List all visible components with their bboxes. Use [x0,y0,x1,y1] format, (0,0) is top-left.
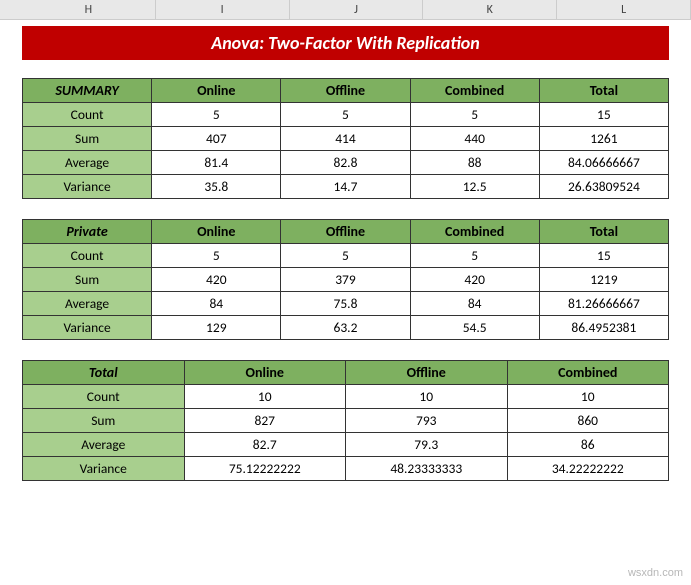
summary-table: SUMMARY Online Offline Combined Total Co… [22,78,669,199]
cell[interactable]: 54.5 [410,316,539,340]
cell[interactable]: 86 [507,433,669,457]
cell[interactable]: 129 [152,316,281,340]
col-combined[interactable]: Combined [410,79,539,103]
col-offline[interactable]: Offline [281,79,410,103]
cell[interactable]: 12.5 [410,175,539,199]
cell[interactable]: 414 [281,127,410,151]
table-row: Count55515 [23,103,669,127]
table-row: Variance35.814.712.526.63809524 [23,175,669,199]
cell[interactable]: 5 [410,244,539,268]
col-header[interactable]: H [22,0,156,20]
row-label[interactable]: Count [23,385,185,409]
cell[interactable]: 63.2 [281,316,410,340]
table-row: Average82.779.386 [23,433,669,457]
watermark: wsxdn.com [628,567,683,579]
table-header-row: Total Online Offline Combined [23,361,669,385]
col-offline[interactable]: Offline [346,361,508,385]
cell[interactable]: 15 [539,244,668,268]
cell[interactable]: 10 [507,385,669,409]
col-online[interactable]: Online [152,220,281,244]
col-offline[interactable]: Offline [281,220,410,244]
col-combined[interactable]: Combined [507,361,669,385]
table-row: Count55515 [23,244,669,268]
table-row: Average8475.88481.26666667 [23,292,669,316]
cell[interactable]: 420 [152,268,281,292]
table-row: Sum4203794201219 [23,268,669,292]
cell[interactable]: 420 [410,268,539,292]
cell[interactable]: 86.4952381 [539,316,668,340]
table-row: Average81.482.88884.06666667 [23,151,669,175]
total-table: Total Online Offline Combined Count10101… [22,360,669,481]
cell[interactable]: 860 [507,409,669,433]
col-total[interactable]: Total [539,79,668,103]
cell[interactable]: 75.12222222 [184,457,346,481]
row-label[interactable]: Average [23,433,185,457]
col-header[interactable]: L [557,0,691,20]
cell[interactable]: 81.4 [152,151,281,175]
cell[interactable]: 379 [281,268,410,292]
col-combined[interactable]: Combined [410,220,539,244]
cell[interactable]: 82.8 [281,151,410,175]
table-corner[interactable]: Total [23,361,185,385]
cell[interactable]: 5 [281,103,410,127]
cell[interactable]: 793 [346,409,508,433]
column-headers: H I J K L [0,0,691,20]
cell[interactable]: 35.8 [152,175,281,199]
table-header-row: Private Online Offline Combined Total [23,220,669,244]
cell[interactable]: 5 [152,103,281,127]
table-row: Sum827793860 [23,409,669,433]
row-label[interactable]: Variance [23,175,152,199]
cell[interactable]: 26.63809524 [539,175,668,199]
row-label[interactable]: Average [23,151,152,175]
row-label[interactable]: Variance [23,316,152,340]
cell[interactable]: 79.3 [346,433,508,457]
cell[interactable]: 440 [410,127,539,151]
row-label[interactable]: Sum [23,268,152,292]
col-header[interactable]: J [290,0,424,20]
private-table: Private Online Offline Combined Total Co… [22,219,669,340]
col-total[interactable]: Total [539,220,668,244]
table-corner[interactable]: SUMMARY [23,79,152,103]
cell[interactable]: 75.8 [281,292,410,316]
col-header[interactable]: I [156,0,290,20]
cell[interactable]: 10 [346,385,508,409]
cell[interactable]: 82.7 [184,433,346,457]
cell[interactable]: 88 [410,151,539,175]
cell[interactable]: 34.22222222 [507,457,669,481]
cell[interactable]: 84 [410,292,539,316]
cell[interactable]: 10 [184,385,346,409]
row-label[interactable]: Average [23,292,152,316]
cell[interactable]: 84.06666667 [539,151,668,175]
cell[interactable]: 1261 [539,127,668,151]
cell[interactable]: 1219 [539,268,668,292]
cell[interactable]: 84 [152,292,281,316]
table-row: Variance12963.254.586.4952381 [23,316,669,340]
row-label[interactable]: Count [23,244,152,268]
cell[interactable]: 5 [281,244,410,268]
table-row: Variance75.1222222248.2333333334.2222222… [23,457,669,481]
table-corner[interactable]: Private [23,220,152,244]
col-header[interactable]: K [423,0,557,20]
row-label[interactable]: Variance [23,457,185,481]
table-header-row: SUMMARY Online Offline Combined Total [23,79,669,103]
cell[interactable]: 5 [152,244,281,268]
cell[interactable]: 81.26666667 [539,292,668,316]
cell[interactable]: 407 [152,127,281,151]
table-row: Sum4074144401261 [23,127,669,151]
cell[interactable]: 827 [184,409,346,433]
col-online[interactable]: Online [184,361,346,385]
col-online[interactable]: Online [152,79,281,103]
cell[interactable]: 5 [410,103,539,127]
row-label[interactable]: Sum [23,409,185,433]
cell[interactable]: 15 [539,103,668,127]
page-title: Anova: Two-Factor With Replication [22,26,669,60]
table-row: Count101010 [23,385,669,409]
worksheet: Anova: Two-Factor With Replication SUMMA… [0,20,691,491]
row-label[interactable]: Count [23,103,152,127]
cell[interactable]: 48.23333333 [346,457,508,481]
cell[interactable]: 14.7 [281,175,410,199]
row-label[interactable]: Sum [23,127,152,151]
